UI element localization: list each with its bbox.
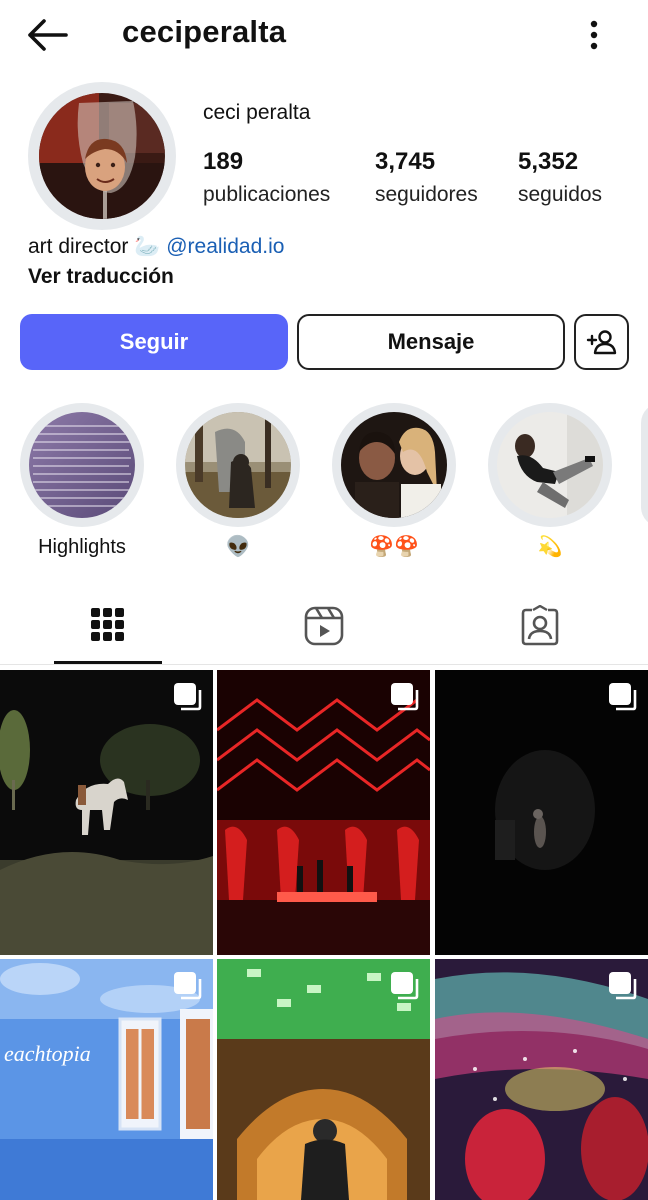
svg-text:eachtopia: eachtopia <box>4 1041 91 1066</box>
highlight-item[interactable]: 💫 <box>488 403 612 561</box>
highlight-cover-image <box>497 412 603 518</box>
highlight-cover-image <box>341 412 447 518</box>
following-count-value: 5,352 <box>518 148 579 175</box>
more-vertical-icon <box>590 20 598 50</box>
multiple-posts-icon <box>609 972 637 1000</box>
highlight-label: 💫 <box>537 536 563 558</box>
post-thumbnail[interactable] <box>435 959 648 1200</box>
suggest-accounts-button[interactable] <box>574 314 629 370</box>
tagged-person-icon <box>521 605 559 646</box>
post-thumbnail[interactable] <box>217 670 430 955</box>
highlight-item-partial[interactable] <box>641 403 648 527</box>
profile-bio: art director 🦢 @realidad.io <box>28 232 284 262</box>
tab-grid[interactable] <box>54 600 162 666</box>
following-count[interactable]: 5,352 seguidos <box>518 146 602 212</box>
bio-text: art director <box>28 235 129 258</box>
post-image <box>217 670 430 955</box>
posts-count-value: 189 <box>203 148 244 175</box>
post-thumbnail[interactable] <box>217 959 430 1200</box>
highlight-label: 👽 <box>225 536 251 558</box>
reels-icon <box>304 606 344 646</box>
follow-button[interactable]: Seguir <box>20 314 288 370</box>
message-button[interactable]: Mensaje <box>297 314 565 370</box>
highlight-ring <box>20 403 144 527</box>
posts-count-label: publicaciones <box>203 183 331 206</box>
post-thumbnail[interactable] <box>0 670 213 955</box>
highlight-cover-image <box>29 412 135 518</box>
avatar-image <box>39 93 165 219</box>
bio-mention-link[interactable]: @realidad.io <box>166 235 284 258</box>
post-thumbnail[interactable] <box>435 670 648 955</box>
avatar[interactable] <box>39 93 165 219</box>
tab-divider <box>0 664 648 665</box>
top-bar: ceciperalta <box>0 0 648 70</box>
highlight-label: 🍄🍄 <box>369 536 419 558</box>
more-options-button[interactable] <box>578 14 610 56</box>
tab-tagged[interactable] <box>486 600 594 666</box>
multiple-posts-icon <box>174 972 202 1000</box>
display-name: ceci peralta <box>203 101 311 124</box>
post-image <box>435 670 648 955</box>
multiple-posts-icon <box>391 972 419 1000</box>
followers-count-label: seguidores <box>375 183 478 206</box>
highlight-item[interactable]: 🍄🍄 <box>332 403 456 561</box>
tab-reels[interactable] <box>270 600 378 666</box>
following-count-label: seguidos <box>518 183 603 206</box>
back-button[interactable] <box>24 14 70 56</box>
highlight-label: Highlights <box>38 536 126 558</box>
grid-icon <box>91 608 124 641</box>
highlight-item[interactable]: 👽 <box>176 403 300 561</box>
profile-username: ceciperalta <box>122 14 287 49</box>
highlight-ring <box>332 403 456 527</box>
highlight-ring <box>488 403 612 527</box>
highlight-item[interactable]: Highlights <box>20 403 144 561</box>
multiple-posts-icon <box>174 683 202 711</box>
translate-link[interactable]: Ver traducción <box>28 265 174 289</box>
add-person-icon <box>586 330 616 355</box>
multiple-posts-icon <box>609 683 637 711</box>
followers-count-value: 3,745 <box>375 148 436 175</box>
highlight-ring <box>176 403 300 527</box>
post-image <box>0 670 213 955</box>
highlight-cover-image <box>185 412 291 518</box>
multiple-posts-icon <box>391 683 419 711</box>
followers-count[interactable]: 3,745 seguidores <box>375 146 478 212</box>
posts-count[interactable]: 189 publicaciones <box>203 146 330 212</box>
bio-emoji: 🦢 <box>134 235 161 258</box>
arrow-left-icon <box>28 19 68 51</box>
post-thumbnail[interactable]: eachtopia <box>0 959 213 1200</box>
